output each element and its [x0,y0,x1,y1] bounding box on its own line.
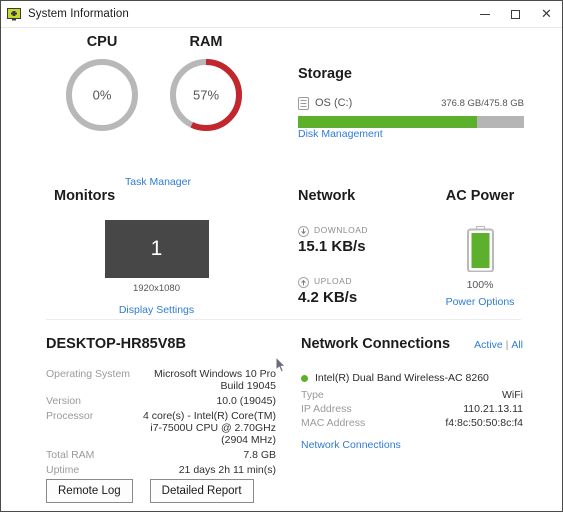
network-download-row: DOWNLOAD 15.1 KB/s [298,224,428,255]
upload-value: 4.2 KB/s [298,289,358,306]
storage-progress-fill [298,116,477,128]
network-connections-filters: Active | All [474,339,523,351]
row-value: 110.21.13.11 [463,403,523,415]
ram-value: 57% [192,87,220,103]
power-title: AC Power [445,188,515,204]
row-value: 21 days 2h 11 min(s) [178,464,276,476]
system-information-icon [7,7,21,21]
content-area: CPU 0% RAM 57% Task Manager Storage OS (… [1,28,562,503]
window-controls: ✕ [469,1,562,27]
row-key: Operating System [46,368,131,380]
table-row: Version 10.0 (19045) [46,395,276,410]
filter-separator: | [505,340,509,351]
table-row: Type WiFi [301,389,523,403]
table-row: Operating System Microsoft Windows 10 Pr… [46,368,276,395]
row-key: Version [46,395,82,407]
upload-icon [298,275,309,288]
cpu-value: 0% [92,87,112,103]
battery-icon [466,226,494,273]
mouse-cursor [275,355,287,374]
upload-caption: UPLOAD [314,275,352,286]
ram-gauge: 57% [167,56,245,134]
cpu-gauge: 0% [63,56,141,134]
section-divider [46,319,521,320]
row-key: Type [301,389,324,401]
maximize-button[interactable] [500,1,531,27]
storage-block: Storage OS (C:) 376.8 GB/475.8 GB Disk M… [298,66,524,140]
table-row: Total RAM 7.8 GB [46,449,276,464]
detailed-report-button[interactable]: Detailed Report [149,479,254,503]
power-block: AC Power 100% Power Options [436,188,524,310]
network-connections-block: Network Connections Active | All Intel(R) … [301,336,523,451]
action-buttons: Remote Log Detailed Report [46,479,254,503]
download-caption: DOWNLOAD [314,224,369,235]
row-value: 4 core(s) - Intel(R) Core(TM) i7-7500U C… [142,410,276,446]
monitor-count: 1 [150,237,163,260]
adapter-name: Intel(R) Dual Band Wireless-AC 8260 [315,372,489,384]
storage-drive-row: OS (C:) 376.8 GB/475.8 GB [298,96,524,110]
row-key: IP Address [301,403,352,415]
ram-title: RAM [189,34,223,50]
display-settings-link[interactable]: Display Settings [54,304,259,316]
storage-size-label: 376.8 GB/475.8 GB [441,97,524,109]
minimize-button[interactable] [469,1,500,27]
row-value: WiFi [502,389,523,401]
storage-drive-name: OS (C:) [315,97,353,109]
row-value: Microsoft Windows 10 Pro Build 19045 [154,368,276,392]
adapter-detail-table: Type WiFi IP Address 110.21.13.11 MAC Ad… [301,389,523,431]
download-label-row: DOWNLOAD [298,224,428,237]
adapter-row: Intel(R) Dual Band Wireless-AC 8260 [301,372,523,384]
row-value: 7.8 GB [243,449,276,461]
table-row: Processor 4 core(s) - Intel(R) Core(TM) … [46,410,276,449]
row-value: f4:8c:50:50:8c:f4 [445,417,523,429]
system-information-window: System Information ✕ CPU 0% RAM 57% Task… [0,0,563,512]
system-info-rows: Operating System Microsoft Windows 10 Pr… [46,368,276,479]
row-key: Total RAM [46,449,95,461]
upload-label-row: UPLOAD [298,275,428,288]
close-button[interactable]: ✕ [531,1,562,27]
table-row: Uptime 21 days 2h 11 min(s) [46,464,276,479]
filter-all-link[interactable]: All [511,339,523,351]
storage-title: Storage [298,66,352,82]
drive-icon [298,96,309,110]
system-info-table: Operating System Microsoft Windows 10 Pr… [46,368,276,479]
network-upload-row: UPLOAD 4.2 KB/s [298,275,428,306]
table-row: IP Address 110.21.13.11 [301,403,523,417]
monitors-block: Monitors 1 1920x1080 Display Settings [54,188,259,316]
window-title: System Information [28,8,129,20]
filter-active-link[interactable]: Active [474,339,503,351]
row-key: MAC Address [301,417,366,429]
storage-progress-bar [298,116,524,128]
monitors-title: Monitors [54,188,116,204]
network-title: Network [298,188,356,204]
monitor-preview: 1 [104,220,209,278]
row-key: Uptime [46,464,80,476]
row-value: 10.0 (19045) [216,395,276,407]
remote-log-button[interactable]: Remote Log [46,479,133,503]
row-key: Processor [46,410,94,422]
task-manager-link[interactable]: Task Manager [125,176,191,188]
title-bar: System Information ✕ [1,1,562,28]
network-connections-link[interactable]: Network Connections [301,439,401,451]
adapter-detail-rows: Type WiFi IP Address 110.21.13.11 MAC Ad… [301,389,523,431]
download-value: 15.1 KB/s [298,238,366,255]
power-options-link[interactable]: Power Options [446,296,515,308]
status-badge [301,374,308,382]
monitor-resolution: 1920x1080 [132,283,181,294]
network-connections-header: Network Connections Active | All [301,336,523,352]
cpu-gauge-block: CPU 0% [57,34,147,134]
top-row: CPU 0% RAM 57% Task Manager Storage OS (… [1,28,562,188]
system-info-block: DESKTOP-HR85V8B Operating System Microso… [46,336,276,479]
download-icon [298,224,309,237]
cpu-title: CPU [86,34,118,50]
table-row: MAC Address f4:8c:50:50:8c:f4 [301,417,523,431]
battery-percent: 100% [466,279,494,291]
network-connections-title: Network Connections [301,336,451,352]
disk-management-link[interactable]: Disk Management [298,128,383,140]
ram-gauge-block: RAM 57% [161,34,251,134]
network-block: Network DOWNLOAD 15.1 KB/s UPLOAD 4.2 KB… [298,188,428,306]
hostname: DESKTOP-HR85V8B [46,336,186,352]
